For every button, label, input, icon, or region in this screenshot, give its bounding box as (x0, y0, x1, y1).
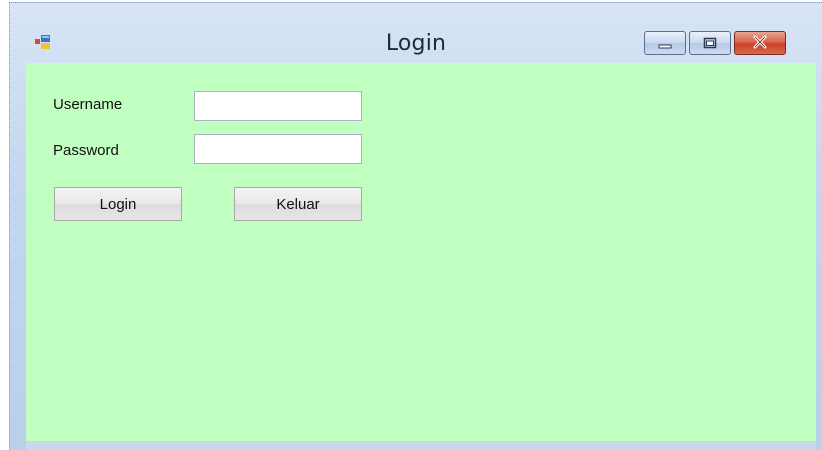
minimize-button[interactable] (644, 31, 686, 55)
maximize-button[interactable] (689, 31, 731, 55)
username-input[interactable] (194, 91, 362, 121)
exit-button[interactable]: Keluar (234, 187, 362, 221)
username-label: Username (53, 96, 123, 113)
maximize-icon (703, 34, 717, 53)
window-bottom-border (26, 441, 816, 450)
close-icon (752, 34, 768, 53)
login-button[interactable]: Login (54, 187, 182, 221)
password-input[interactable] (194, 134, 362, 164)
login-window: Login Username Password Login Keluar (9, 2, 822, 450)
minimize-icon (658, 34, 672, 53)
screen: Login Username Password Login Keluar (0, 0, 822, 450)
password-label: Password (53, 142, 119, 159)
form-client-area: Username Password Login Keluar (26, 63, 816, 441)
title-bar[interactable]: Login (10, 3, 822, 63)
close-button[interactable] (734, 31, 786, 55)
